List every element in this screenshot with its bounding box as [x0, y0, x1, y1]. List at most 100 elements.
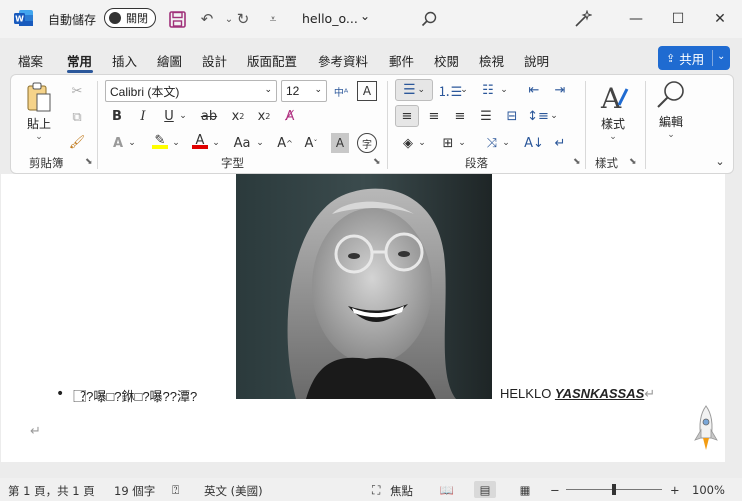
styles-launcher-icon[interactable]: ⬊ [629, 157, 637, 167]
tab-home[interactable]: 常用 [67, 51, 92, 70]
underline-button[interactable]: U [159, 106, 179, 126]
doc-title-chevron-icon[interactable]: ⌄ [360, 9, 370, 23]
justify-icon[interactable]: ☰ [475, 106, 497, 126]
font-name-combo[interactable]: Calibri (本文) ⌄ [105, 80, 277, 102]
language-indicator[interactable]: 英文 (美國) [204, 483, 263, 499]
garbled-text[interactable]: ?⃞?嚗□?銝□?嚗??潭? [80, 386, 197, 405]
borders-icon[interactable]: ⊞ [437, 133, 459, 153]
search-icon[interactable] [418, 8, 440, 30]
asian-layout-icon[interactable]: ⤨ [481, 133, 503, 153]
align-center-icon[interactable]: ≡ [423, 106, 445, 126]
align-left-button[interactable]: ≡ [395, 105, 419, 127]
copy-icon[interactable]: ⧉ [67, 107, 87, 127]
tab-design[interactable]: 設計 [202, 51, 227, 70]
maximize-button[interactable]: ☐ [658, 6, 698, 32]
decrease-indent-icon[interactable]: ⇤ [523, 80, 545, 100]
collapse-ribbon-icon[interactable]: ⌄ [711, 151, 729, 171]
superscript-button[interactable]: x2 [253, 106, 275, 126]
page-count[interactable]: 第 1 頁，共 1 頁 [8, 483, 95, 499]
zoom-slider-thumb[interactable] [612, 484, 616, 495]
asian-layout-chevron-icon[interactable]: ⌄ [501, 133, 511, 153]
subscript-button[interactable]: x2 [227, 106, 249, 126]
autosave-toggle[interactable]: 關閉 [104, 8, 156, 28]
phonetic-guide-icon[interactable]: 中ᴬ [331, 81, 351, 101]
italic-button[interactable]: I [133, 106, 153, 126]
format-painter-icon[interactable]: 🖌 [67, 132, 87, 152]
change-case-icon[interactable]: Aa [229, 133, 255, 153]
shrink-font-icon[interactable]: Aˇ [301, 133, 321, 153]
highlight-color-button[interactable]: ✎ [149, 131, 171, 151]
text-effects-chevron-icon[interactable]: ⌄ [127, 133, 137, 153]
enclose-characters-icon[interactable]: 字 [357, 133, 377, 153]
zoom-in-button[interactable]: + [670, 483, 680, 497]
share-button[interactable]: ⇪ 共用 ⌄ [658, 46, 730, 70]
show-hide-marks-icon[interactable]: ↵ [549, 133, 571, 153]
zoom-level[interactable]: 100% [692, 483, 725, 497]
word-count[interactable]: 19 個字 [114, 483, 155, 499]
focus-icon[interactable]: ⛶ [372, 483, 380, 498]
font-launcher-icon[interactable]: ⬊ [373, 157, 381, 167]
font-color-button[interactable]: A [189, 131, 211, 151]
portrait-photo[interactable] [236, 174, 492, 399]
web-layout-icon[interactable]: ▦ [514, 481, 536, 498]
tab-draw[interactable]: 繪圖 [157, 51, 182, 70]
tab-layout[interactable]: 版面配置 [247, 51, 297, 70]
sort-icon[interactable]: A↓ [523, 133, 545, 153]
designer-wand-icon[interactable] [572, 8, 594, 30]
tab-review[interactable]: 校閱 [434, 51, 459, 70]
shading-chevron-icon[interactable]: ⌄ [417, 133, 427, 153]
read-mode-icon[interactable]: 📖 [436, 481, 458, 498]
styles-button[interactable]: A 樣式 ⌄ [597, 81, 629, 142]
paragraph-launcher-icon[interactable]: ⬊ [573, 157, 581, 167]
cut-icon[interactable]: ✂ [67, 81, 87, 101]
print-layout-icon[interactable]: ▤ [474, 481, 496, 498]
strikethrough-button[interactable]: ab [197, 106, 221, 126]
font-size-combo[interactable]: 12 ⌄ [281, 80, 327, 102]
bullets-button[interactable]: ☰ ⌄ [395, 79, 433, 101]
grow-font-icon[interactable]: A ^ [275, 133, 295, 153]
clear-formatting-icon[interactable]: A̸ [279, 106, 301, 126]
multilevel-list-icon[interactable]: ☷ [477, 80, 499, 100]
redo-icon[interactable]: ↻ [232, 8, 254, 30]
text-effects-icon[interactable]: A [107, 133, 129, 153]
tab-help[interactable]: 說明 [524, 51, 549, 70]
tab-insert[interactable]: 插入 [112, 51, 137, 70]
line-spacing-chevron-icon[interactable]: ⌄ [549, 106, 559, 126]
underline-chevron-icon[interactable]: ⌄ [177, 106, 189, 126]
tab-mailings[interactable]: 郵件 [389, 51, 414, 70]
text-line-right[interactable]: HELKLO YASNKASSAS↵ [500, 386, 655, 402]
paste-button[interactable]: 貼上 ⌄ [25, 81, 53, 142]
numbering-icon[interactable]: ⒈☰ [438, 80, 463, 100]
rocket-icon[interactable] [692, 404, 720, 456]
highlight-chevron-icon[interactable]: ⌄ [171, 133, 181, 153]
close-button[interactable]: ✕ [700, 6, 740, 32]
character-border-icon[interactable]: A [357, 81, 377, 101]
focus-label[interactable]: 焦點 [390, 483, 413, 499]
tab-file[interactable]: 檔案 [18, 51, 43, 70]
tab-view[interactable]: 檢視 [479, 51, 504, 70]
increase-indent-icon[interactable]: ⇥ [549, 80, 571, 100]
customize-toolbar-icon[interactable]: ⩡ [262, 8, 284, 30]
editing-button[interactable]: 編輯 ⌄ [655, 79, 687, 140]
proofing-icon[interactable]: ⍰ [172, 483, 179, 498]
shading-icon[interactable]: ◈ [397, 133, 419, 153]
zoom-out-button[interactable]: − [550, 483, 560, 497]
clipboard-launcher-icon[interactable]: ⬊ [85, 157, 93, 167]
line-spacing-icon[interactable]: ↕≡ [527, 106, 549, 126]
numbering-chevron-icon[interactable]: ⌄ [459, 80, 469, 100]
bold-button[interactable]: B [107, 106, 127, 126]
align-right-icon[interactable]: ≡ [449, 106, 471, 126]
multilevel-chevron-icon[interactable]: ⌄ [499, 80, 509, 100]
save-icon[interactable] [166, 8, 188, 30]
tab-references[interactable]: 參考資料 [318, 51, 368, 70]
document-title[interactable]: hello_o... [302, 11, 358, 26]
share-chevron-icon[interactable]: ⌄ [717, 51, 725, 62]
undo-icon[interactable]: ↶ [196, 8, 218, 30]
distributed-icon[interactable]: ⊟ [501, 106, 523, 126]
borders-chevron-icon[interactable]: ⌄ [457, 133, 467, 153]
minimize-button[interactable]: — [616, 6, 656, 32]
character-shading-icon[interactable]: A [331, 133, 349, 153]
empty-paragraph-mark[interactable]: ↵ [30, 424, 41, 439]
font-color-chevron-icon[interactable]: ⌄ [211, 133, 221, 153]
change-case-chevron-icon[interactable]: ⌄ [255, 133, 265, 153]
